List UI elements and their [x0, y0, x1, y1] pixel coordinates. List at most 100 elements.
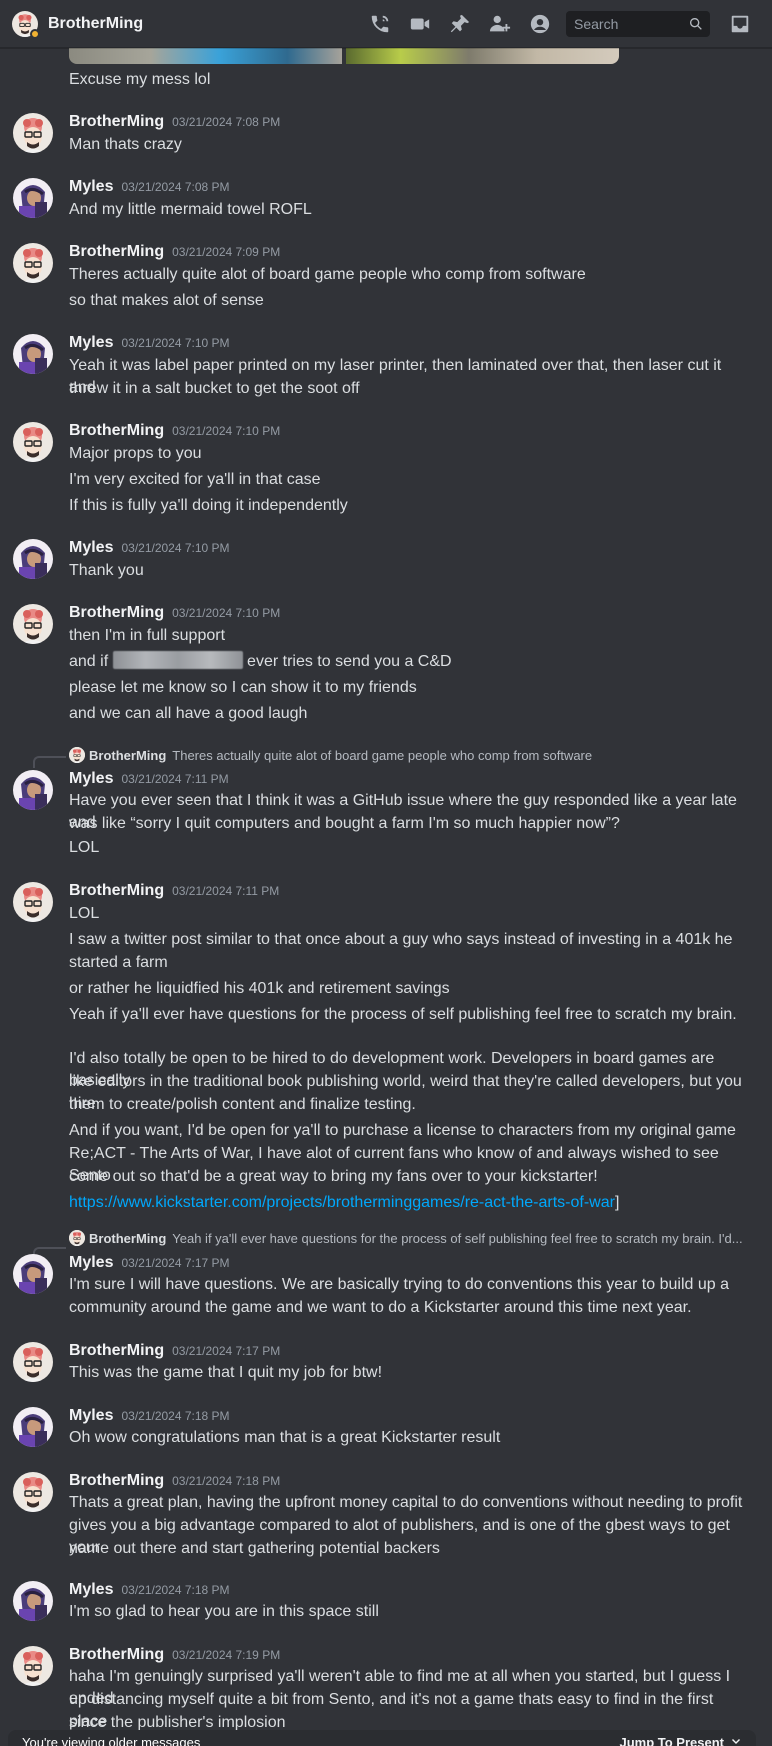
- timestamp: 03/21/2024 7:10 PM: [121, 541, 230, 555]
- author-name[interactable]: Myles: [69, 1254, 113, 1272]
- message-text: Thank you: [69, 562, 144, 579]
- author-name[interactable]: BrotherMing: [69, 882, 164, 900]
- author-name[interactable]: BrotherMing: [69, 113, 164, 131]
- avatar[interactable]: [13, 539, 53, 579]
- dm-user-avatar[interactable]: [12, 11, 40, 39]
- timestamp: 03/21/2024 7:11 PM: [172, 884, 280, 898]
- author-name[interactable]: Myles: [69, 178, 113, 196]
- timestamp: 03/21/2024 7:18 PM: [121, 1409, 230, 1423]
- message-text: and we can all have a good laugh: [69, 705, 308, 722]
- user-profile-icon[interactable]: [520, 8, 560, 40]
- timestamp: 03/21/2024 7:10 PM: [121, 336, 230, 350]
- avatar[interactable]: [13, 604, 53, 644]
- message-text: And my little mermaid towel ROFL: [69, 201, 312, 218]
- message-text: please let me know so I can show it to m…: [69, 679, 417, 696]
- avatar[interactable]: [13, 882, 53, 922]
- timestamp: 03/21/2024 7:08 PM: [172, 115, 281, 129]
- add-friends-icon[interactable]: [480, 8, 520, 40]
- author-name[interactable]: Myles: [69, 1407, 113, 1425]
- reply-author[interactable]: BrotherMing: [89, 1231, 166, 1246]
- author-name[interactable]: BrotherMing: [69, 1342, 164, 1360]
- author-name[interactable]: Myles: [69, 334, 113, 352]
- channel-title: BrotherMing: [48, 14, 144, 32]
- timestamp: 03/21/2024 7:08 PM: [121, 180, 230, 194]
- message-text: community around the game and we want to…: [69, 1299, 692, 1316]
- author-name[interactable]: BrotherMing: [69, 422, 164, 440]
- message-text: them to create/polish content and finali…: [69, 1096, 416, 1113]
- avatar[interactable]: [13, 178, 53, 218]
- message-text-part: and if: [69, 653, 109, 670]
- avatar[interactable]: [13, 1254, 53, 1294]
- avatar[interactable]: [13, 1407, 53, 1447]
- video-call-icon[interactable]: [400, 8, 440, 40]
- reply-avatar: [69, 1230, 85, 1246]
- avatar[interactable]: [13, 243, 53, 283]
- avatar[interactable]: [13, 1581, 53, 1621]
- older-messages-banner[interactable]: You're viewing older messages Jump To Pr…: [8, 1730, 756, 1746]
- avatar[interactable]: [13, 422, 53, 462]
- message-text: And if you want, I'd be open for ya'll t…: [69, 1122, 736, 1139]
- message-text-part: ]: [614, 1194, 620, 1211]
- message-text: was like “sorry I quit computers and bou…: [69, 815, 620, 832]
- message-text: LOL: [69, 905, 100, 922]
- avatar[interactable]: [13, 1342, 53, 1382]
- message-feed[interactable]: Excuse my mess lol BrotherMing 03/21/2024…: [0, 0, 772, 1746]
- message-text: or rather he liquidfied his 401k and ret…: [69, 980, 450, 997]
- author-name[interactable]: BrotherMing: [69, 243, 164, 261]
- avatar[interactable]: [13, 334, 53, 374]
- avatar[interactable]: [13, 1646, 53, 1686]
- message-text: Yeah if ya'll ever have questions for th…: [69, 1006, 737, 1023]
- message-text: then I'm in full support: [69, 627, 226, 644]
- timestamp: 03/21/2024 7:18 PM: [121, 1583, 230, 1597]
- author-name[interactable]: BrotherMing: [69, 1646, 164, 1664]
- message-text: threw it in a salt bucket to get the soo…: [69, 380, 360, 397]
- message-text: come out so that'd be a great way to bri…: [69, 1168, 598, 1185]
- search-icon: [690, 17, 702, 30]
- author-name[interactable]: Myles: [69, 1581, 113, 1599]
- older-messages-text: You're viewing older messages: [22, 1734, 201, 1746]
- reply-preview[interactable]: Yeah if ya'll ever have questions for th…: [172, 1231, 742, 1246]
- chevron-down-icon: [732, 1739, 740, 1744]
- author-name[interactable]: Myles: [69, 770, 113, 788]
- message-text: so that makes alot of sense: [69, 292, 264, 309]
- jump-label: Jump To Present: [619, 1734, 724, 1746]
- avatar[interactable]: [13, 113, 53, 153]
- phone-call-icon[interactable]: [360, 8, 400, 40]
- message-text: Thats a great plan, having the upfront m…: [69, 1494, 743, 1511]
- reply-preview[interactable]: Theres actually quite alot of board game…: [172, 748, 592, 763]
- author-name[interactable]: Myles: [69, 539, 113, 557]
- message-text: Excuse my mess lol: [69, 71, 211, 88]
- message-text: and if ever tries to send you a C&D: [69, 651, 749, 673]
- avatar[interactable]: [13, 770, 53, 810]
- author-name[interactable]: BrotherMing: [69, 1472, 164, 1490]
- message-text: Major props to you: [69, 445, 202, 462]
- timestamp: 03/21/2024 7:10 PM: [172, 606, 281, 620]
- timestamp: 03/21/2024 7:17 PM: [121, 1256, 230, 1270]
- message-text: Man thats crazy: [69, 136, 182, 153]
- reply-reference[interactable]: BrotherMing Theres actually quite alot o…: [69, 747, 592, 763]
- kickstarter-link[interactable]: https://www.kickstarter.com/projects/bro…: [69, 1194, 615, 1211]
- search-input[interactable]: [574, 15, 688, 32]
- message-text: Theres actually quite alot of board game…: [69, 266, 586, 283]
- message-text: started a farm: [69, 954, 168, 971]
- reply-avatar: [69, 747, 85, 763]
- pin-icon[interactable]: [440, 8, 480, 40]
- avatar[interactable]: [13, 1472, 53, 1512]
- reply-author[interactable]: BrotherMing: [89, 748, 166, 763]
- timestamp: 03/21/2024 7:11 PM: [121, 772, 229, 786]
- message-text: I'm so glad to hear you are in this spac…: [69, 1603, 379, 1620]
- message-text: This was the game that I quit my job for…: [69, 1364, 383, 1381]
- message-text: I'm very excited for ya'll in that case: [69, 471, 321, 488]
- inbox-icon[interactable]: [720, 8, 760, 40]
- timestamp: 03/21/2024 7:17 PM: [172, 1344, 281, 1358]
- message-text: name out there and start gathering poten…: [69, 1540, 440, 1557]
- author-name[interactable]: BrotherMing: [69, 604, 164, 622]
- reply-reference[interactable]: BrotherMing Yeah if ya'll ever have ques…: [69, 1230, 743, 1246]
- message-text: Oh wow congratulations man that is a gre…: [69, 1429, 501, 1446]
- message-text: https://www.kickstarter.com/projects/bro…: [69, 1192, 749, 1214]
- search-box[interactable]: [566, 10, 710, 37]
- jump-to-present-button[interactable]: Jump To Present: [619, 1735, 742, 1746]
- message-text: I'm sure I will have questions. We are b…: [69, 1276, 729, 1293]
- reply-spine: [33, 756, 66, 768]
- timestamp: 03/21/2024 7:10 PM: [172, 424, 281, 438]
